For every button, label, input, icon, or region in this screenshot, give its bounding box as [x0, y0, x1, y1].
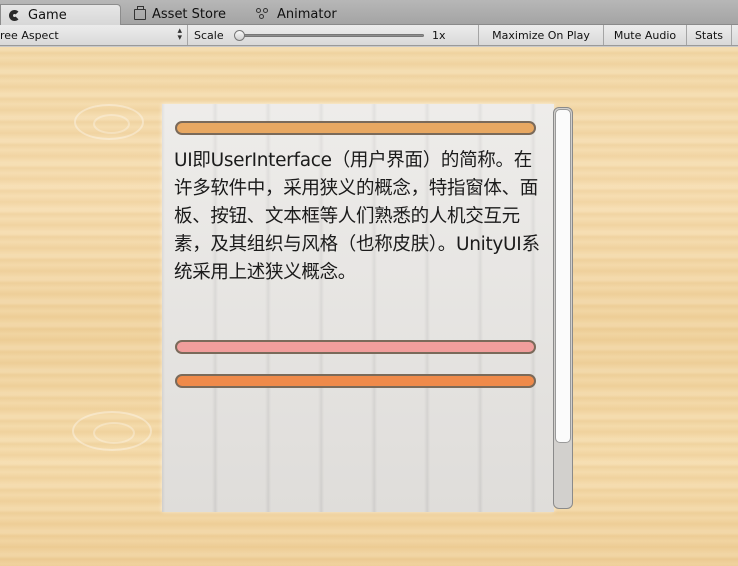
store-bag-icon: [134, 6, 146, 20]
dropdown-arrows-icon: ▴ ▾: [177, 26, 182, 43]
tab-game[interactable]: Game: [0, 4, 121, 25]
game-view-canvas[interactable]: UI即UserInterface（用户界面）的简称。在许多软件中，采用狭义的概念…: [0, 47, 738, 566]
top-bar: [175, 121, 536, 135]
tab-animator[interactable]: Animator: [248, 4, 345, 25]
maximize-on-play-toggle[interactable]: Maximize On Play: [478, 25, 603, 45]
pink-bar: [175, 340, 536, 354]
scrollbar-handle[interactable]: [555, 109, 571, 443]
game-view-toolbar: ree Aspect ▴ ▾ Scale 1x Maximize On Play …: [0, 25, 738, 46]
scale-slider[interactable]: [234, 30, 424, 41]
wood-knot: [72, 411, 152, 451]
mute-audio-toggle[interactable]: Mute Audio: [603, 25, 686, 45]
tab-asset-store-label: Asset Store: [152, 7, 227, 22]
scale-label: Scale: [194, 28, 224, 42]
vertical-scrollbar[interactable]: [553, 107, 573, 509]
wood-knot: [74, 104, 144, 140]
aspect-dropdown-label: ree Aspect: [0, 28, 59, 42]
scale-value: 1x: [432, 28, 446, 42]
tab-game-label: Game: [28, 7, 67, 23]
editor-tab-strip: Game Asset Store Animator: [0, 0, 738, 25]
nodes-icon: [256, 8, 271, 21]
orange-bar: [175, 374, 536, 388]
panel-text: UI即UserInterface（用户界面）的简称。在许多软件中，采用狭义的概念…: [174, 150, 540, 283]
aspect-dropdown[interactable]: ree Aspect ▴ ▾: [0, 25, 188, 45]
stats-toggle[interactable]: Stats: [686, 25, 732, 45]
scale-slider-thumb[interactable]: [234, 30, 245, 41]
tab-animator-label: Animator: [277, 7, 337, 22]
pacman-icon: [9, 9, 20, 21]
scroll-view-panel[interactable]: UI即UserInterface（用户界面）的简称。在许多软件中，采用狭义的概念…: [162, 104, 554, 512]
scale-slider-track: [238, 34, 424, 37]
tab-asset-store[interactable]: Asset Store: [126, 4, 234, 25]
